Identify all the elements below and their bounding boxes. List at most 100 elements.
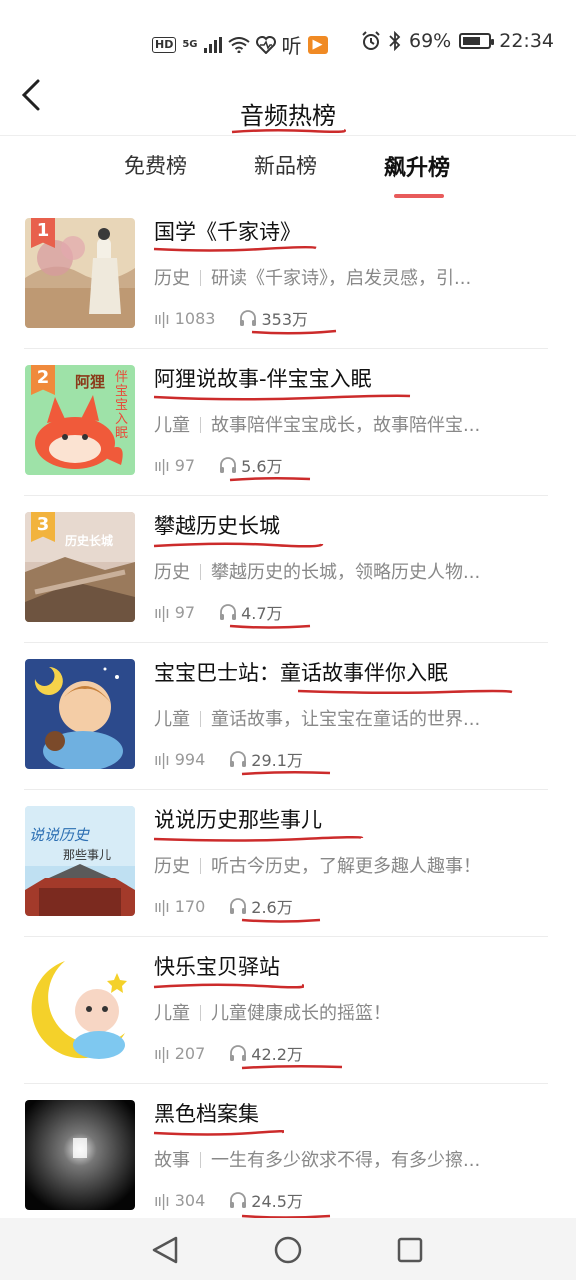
album-stats: ıı|ı 304 24.5万 [154,1188,303,1212]
back-triangle-icon [152,1236,178,1264]
headphones-icon [230,1045,247,1061]
plays-annotation-underline [241,1064,343,1070]
album-category: 儿童 [154,709,190,730]
title-annotation-underline [297,689,513,695]
tab-free[interactable]: 免费榜 [124,150,187,180]
cover-caption: 阿狸 [75,373,106,391]
album-title: 说说历史那些事儿 [154,808,322,832]
heart-icon [255,35,276,54]
play-count: 29.1万 [229,747,303,771]
album-category: 历史 [154,562,190,583]
header-divider [0,135,576,136]
nav-home-button[interactable] [268,1230,308,1270]
bluetooth-icon [389,31,401,51]
album-summary: 听古今历史，了解更多趣人趣事！ [211,856,481,877]
play-count-value: 29.1万 [251,751,303,770]
wifi-icon [227,36,250,53]
episodes-icon: ıı|ı [154,308,170,328]
album-description: 历史 攀越历史的长城，领略历史人物... [154,558,544,584]
episodes-icon: ıı|ı [154,1190,170,1210]
play-count: 2.6万 [229,894,293,918]
nav-recents-button[interactable] [390,1230,430,1270]
cover-art-image [25,659,135,769]
headphones-icon [230,1192,247,1208]
plays-annotation-underline [229,476,311,482]
episode-count: 1083 [174,308,216,328]
headphones-icon [220,457,237,473]
album-category: 儿童 [154,1003,190,1024]
system-nav-bar [0,1218,576,1280]
play-count-value: 353万 [261,310,308,329]
play-count: 5.6万 [219,453,283,477]
album-cover [25,953,135,1063]
battery-percent: 69% [409,30,452,52]
tab-new[interactable]: 新品榜 [254,150,317,180]
play-icon: ▶ [307,35,328,54]
play-count-value: 4.7万 [241,604,283,623]
hd-icon: HD [152,36,177,53]
plays-annotation-underline [251,329,337,335]
album-cover [25,659,135,769]
album-title: 国学《千家诗》 [154,220,301,244]
album-title: 宝宝巴士站：童话故事伴你入眠 [154,661,448,685]
battery-icon [459,33,495,49]
title-annotation-underline [153,1129,284,1136]
status-right-icons: 69% 22:34 [361,30,554,52]
album-stats: ıı|ı 994 29.1万 [154,747,303,771]
play-count-value: 2.6万 [251,898,293,917]
alarm-icon [362,31,380,50]
episodes-icon: ıı|ı [154,602,170,622]
play-count: 4.7万 [219,600,283,624]
album-summary: 一生有多少欲求不得，有多少擦... [211,1150,481,1171]
list-item[interactable]: 1 国学《千家诗》 历史 研读《千家诗》，启发灵感，引... ıı|ı 1083 3… [0,202,576,349]
album-category: 儿童 [154,415,190,436]
nav-back-button[interactable] [146,1230,186,1270]
cover-art-image [25,953,135,1063]
play-count-value: 5.6万 [241,457,283,476]
album-cover: 1 [25,218,135,328]
album-cover: 阿狸 伴宝宝入眠 2 [25,365,135,475]
list-item[interactable]: 说说历史 那些事儿 说说历史那些事儿 历史 听古今历史，了解更多趣人趣事！ ıı|… [0,790,576,937]
clock-time: 22:34 [499,30,554,52]
listen-app-icon: 听 [281,34,302,58]
album-stats: ıı|ı 97 4.7万 [154,600,283,624]
cover-caption: 历史长城 [65,534,114,548]
album-stats: ıı|ı 97 5.6万 [154,453,283,477]
episodes-icon: ıı|ı [154,896,170,916]
active-tab-indicator [394,194,444,198]
list-item[interactable]: 黑色档案集 故事 一生有多少欲求不得，有多少擦... ıı|ı 304 24.5万 [0,1084,576,1231]
album-description: 故事 一生有多少欲求不得，有多少擦... [154,1146,544,1172]
album-title: 攀越历史长城 [154,514,280,538]
album-cover: 历史长城 3 [25,512,135,622]
cover-caption-vertical: 伴宝宝入眠 [115,370,129,441]
rank-tabs: 免费榜 新品榜 飙升榜 [0,138,576,200]
play-count-value: 24.5万 [251,1192,303,1211]
list-item[interactable]: 宝宝巴士站：童话故事伴你入眠 儿童 童话故事，让宝宝在童话的世界... ıı|ı 9… [0,643,576,790]
signal-icon [203,36,222,53]
headphones-icon [240,310,257,326]
episode-count: 304 [174,1190,206,1210]
album-stats: ıı|ı 1083 353万 [154,306,308,330]
album-summary: 儿童健康成长的摇篮！ [211,1003,391,1024]
title-annotation-underline [153,245,317,252]
episodes-icon: ıı|ı [154,455,170,475]
play-count: 24.5万 [229,1188,303,1212]
album-title: 黑色档案集 [154,1102,259,1126]
tab-rising[interactable]: 飙升榜 [384,150,450,182]
album-stats: ıı|ı 207 42.2万 [154,1041,303,1065]
episode-count: 97 [174,455,196,475]
headphones-icon [230,898,247,914]
list-item[interactable]: 阿狸 伴宝宝入眠 2 阿狸说故事-伴宝宝入眠 儿童 故事陪伴宝宝成长，故事陪伴宝.… [0,349,576,496]
episode-count: 207 [174,1043,206,1063]
title-annotation-underline [153,542,324,548]
album-category: 历史 [154,268,190,289]
plays-annotation-underline [241,918,321,923]
list-item[interactable]: 快乐宝贝驿站 儿童 儿童健康成长的摇篮！ ıı|ı 207 42.2万 [0,937,576,1084]
headphones-icon [220,604,237,620]
list-item[interactable]: 历史长城 3 攀越历史长城 历史 攀越历史的长城，领略历史人物... ıı|ı 97… [0,496,576,643]
album-summary: 攀越历史的长城，领略历史人物... [211,562,481,583]
album-description: 儿童 故事陪伴宝宝成长，故事陪伴宝... [154,411,544,437]
album-title: 快乐宝贝驿站 [154,955,280,979]
album-summary: 童话故事，让宝宝在童话的世界... [211,709,481,730]
album-summary: 研读《千家诗》，启发灵感，引... [211,268,472,289]
